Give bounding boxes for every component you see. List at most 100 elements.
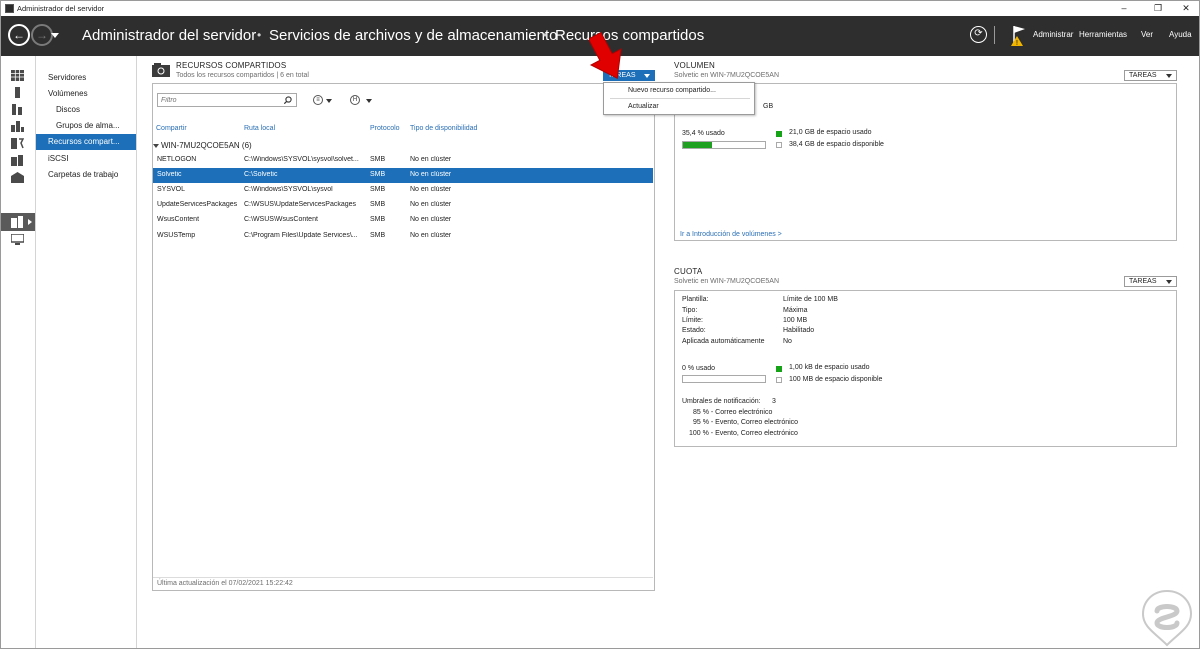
quota-tasks-button[interactable]: TAREAS xyxy=(1124,276,1177,287)
cell-share: SYSVOL xyxy=(157,186,186,193)
quota-prop-value: 100 MB xyxy=(783,317,808,324)
cell-path: C:\WSUS\WsusContent xyxy=(244,216,318,223)
menu-ver[interactable]: Ver xyxy=(1141,30,1153,39)
used-legend-swatch xyxy=(776,131,782,137)
minimize-button[interactable]: – xyxy=(1109,2,1139,14)
table-row[interactable]: UpdateServicesPackages C:\WSUS\UpdateSer… xyxy=(153,198,653,213)
group-options-button[interactable]: H xyxy=(350,95,360,105)
nav-volumenes[interactable]: Volúmenes xyxy=(36,86,136,102)
svg-text:!: ! xyxy=(1016,40,1018,46)
refresh-icon[interactable]: ⟳ xyxy=(970,26,987,43)
back-button[interactable]: ← xyxy=(8,24,30,46)
quota-free-space: 100 MB de espacio disponible xyxy=(789,376,883,383)
cell-availability: No en clúster xyxy=(410,216,452,223)
title-bar: Administrador del servidor – ❐ ✕ xyxy=(1,1,1199,16)
file-server-icon[interactable] xyxy=(11,155,24,166)
storage-services-selected[interactable] xyxy=(1,213,35,231)
table-row-selected[interactable]: Solvetic C:\Solvetic SMB No en clúster xyxy=(153,168,653,183)
cell-share: WSUSTemp xyxy=(157,232,196,239)
table-row[interactable]: SYSVOL C:\Windows\SYSVOL\sysvol SMB No e… xyxy=(153,183,653,198)
chevron-down-icon xyxy=(1166,280,1172,284)
cell-availability: No en clúster xyxy=(410,171,452,178)
iis-icon[interactable] xyxy=(11,172,24,183)
storage-icon xyxy=(11,216,23,228)
table-row[interactable]: WsusContent C:\WSUS\WsusContent SMB No e… xyxy=(153,213,653,228)
shares-section-icon xyxy=(152,63,170,77)
quota-prop-value: No xyxy=(783,338,792,345)
menu-herramientas[interactable]: Herramientas xyxy=(1079,30,1127,39)
cell-path: C:\Solvetic xyxy=(244,171,278,178)
group-header[interactable]: WIN-7MU2QCOE5AN (6) xyxy=(161,141,252,150)
cell-share: NETLOGON xyxy=(157,156,197,163)
menu-administrar[interactable]: Administrar xyxy=(1033,30,1073,39)
history-dropdown-icon[interactable] xyxy=(51,33,59,38)
cell-share: WsusContent xyxy=(157,216,200,223)
free-legend-swatch xyxy=(776,377,782,383)
thresholds-count: 3 xyxy=(772,398,776,405)
header-divider xyxy=(994,26,995,44)
cell-protocol: SMB xyxy=(370,201,386,208)
cell-availability: No en clúster xyxy=(410,232,452,239)
wsus-icon[interactable] xyxy=(11,234,24,245)
quota-prop-label: Plantilla: xyxy=(682,296,709,303)
quota-prop-value: Habilitado xyxy=(783,327,815,334)
free-legend-swatch xyxy=(776,142,782,148)
tasks-dropdown-menu: Nuevo recurso compartido... Actualizar xyxy=(603,82,755,115)
column-protocolo[interactable]: Protocolo xyxy=(370,125,400,132)
all-servers-icon[interactable] xyxy=(11,104,24,115)
threshold-item: 100 % - Evento, Correo electrónico xyxy=(689,430,798,437)
column-tipo-disponibilidad[interactable]: Tipo de disponibilidad xyxy=(410,125,477,132)
nav-carpetas-trabajo[interactable]: Carpetas de trabajo xyxy=(36,167,136,183)
volume-tasks-button[interactable]: TAREAS xyxy=(1124,70,1177,81)
search-icon[interactable] xyxy=(284,96,292,104)
quota-prop-value: Límite de 100 MB xyxy=(783,296,838,303)
notifications-flag-icon[interactable]: ! xyxy=(1011,24,1027,46)
volume-subtitle: Solvetic en WIN-7MU2QCOE5AN xyxy=(674,72,780,79)
used-legend-swatch xyxy=(776,366,782,372)
quota-usage-bar xyxy=(682,375,766,383)
expand-arrow-icon xyxy=(28,219,32,225)
quota-used-space: 1,00 kB de espacio usado xyxy=(789,364,870,371)
shares-title: RECURSOS COMPARTIDOS xyxy=(176,61,287,70)
breadcrumb-server-manager[interactable]: Administrador del servidor xyxy=(82,27,256,44)
volume-free-space: 38,4 GB de espacio disponible xyxy=(789,141,884,148)
nav-servidores[interactable]: Servidores xyxy=(36,70,136,86)
quota-prop-value: Máxima xyxy=(783,307,808,314)
group-collapse-icon[interactable] xyxy=(153,144,159,148)
icon-rail xyxy=(1,56,36,648)
volumes-intro-link[interactable]: Ir a Introducción de volúmenes > xyxy=(680,231,782,238)
dashboard-icon[interactable] xyxy=(11,70,24,81)
cell-path: C:\WSUS\UpdateServicesPackages xyxy=(244,201,357,208)
restore-button[interactable]: ❐ xyxy=(1143,2,1173,14)
nav-iscsi[interactable]: iSCSI xyxy=(36,151,136,167)
quota-title: CUOTA xyxy=(674,267,703,276)
volume-capacity-text: GB xyxy=(763,103,774,110)
nav-recursos-compartidos[interactable]: Recursos compart... xyxy=(36,134,136,150)
menu-ayuda[interactable]: Ayuda xyxy=(1169,30,1192,39)
forward-button[interactable]: → xyxy=(31,24,53,46)
close-button[interactable]: ✕ xyxy=(1171,2,1200,14)
nav-grupos-almacenamiento[interactable]: Grupos de alma... xyxy=(36,118,136,134)
table-row[interactable]: NETLOGON C:\Windows\SYSVOL\sysvol\solvet… xyxy=(153,153,653,168)
nav-discos[interactable]: Discos xyxy=(36,102,136,118)
menu-item-refresh[interactable]: Actualizar xyxy=(604,100,754,114)
cell-availability: No en clúster xyxy=(410,186,452,193)
view-options-chevron-icon[interactable] xyxy=(326,99,332,103)
breadcrumb-file-services[interactable]: Servicios de archivos y de almacenamient… xyxy=(269,27,557,44)
dns-icon[interactable] xyxy=(11,138,24,149)
table-row[interactable]: WSUSTemp C:\Program Files\Update Service… xyxy=(153,229,653,244)
navigation-tree: Servidores Volúmenes Discos Grupos de al… xyxy=(36,56,137,648)
column-compartir[interactable]: Compartir xyxy=(156,125,187,132)
menu-item-new-share[interactable]: Nuevo recurso compartido... xyxy=(604,84,754,98)
local-server-icon[interactable] xyxy=(11,87,24,98)
ad-ds-icon[interactable] xyxy=(11,121,24,132)
shares-subtitle: Todos los recursos compartidos | 6 en to… xyxy=(176,72,309,79)
view-options-button[interactable]: ≡ xyxy=(313,95,323,105)
red-arrow-annotation-icon xyxy=(589,31,622,79)
filter-input[interactable] xyxy=(158,94,278,106)
filter-box[interactable] xyxy=(157,93,297,107)
group-options-chevron-icon[interactable] xyxy=(366,99,372,103)
quota-prop-label: Estado: xyxy=(682,327,706,334)
column-ruta-local[interactable]: Ruta local xyxy=(244,125,275,132)
quota-prop-label: Límite: xyxy=(682,317,704,324)
